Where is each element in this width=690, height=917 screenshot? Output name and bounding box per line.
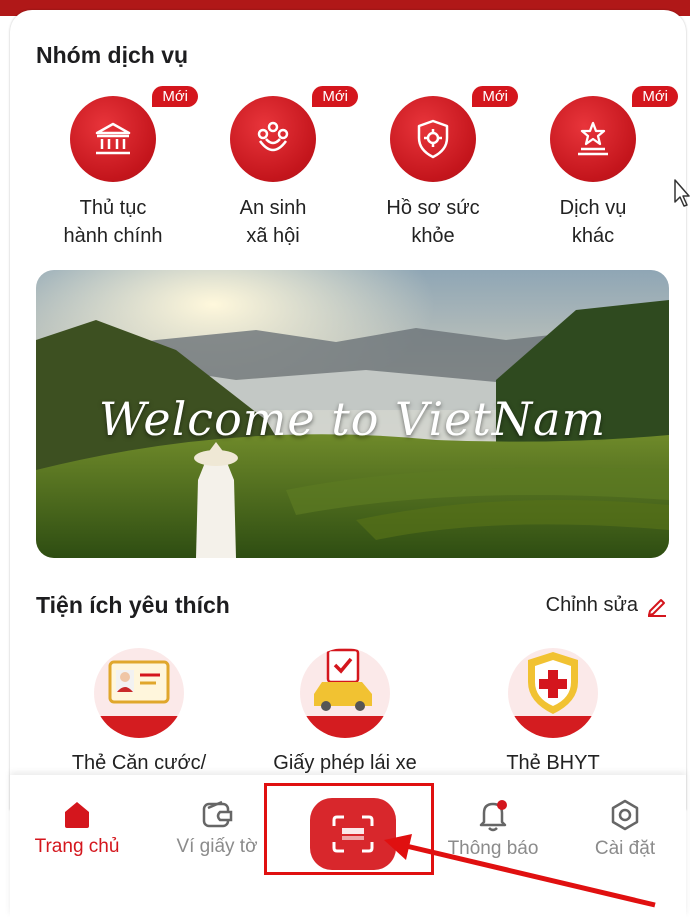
services-title: Nhóm dịch vụ <box>36 42 189 68</box>
service-label: Dịch vụ khác <box>559 197 627 247</box>
annotation-arrow <box>384 834 656 908</box>
service-label: Hồ sơ sức khỏe <box>386 197 480 247</box>
new-badge: Mới <box>632 86 678 107</box>
favorite-icon-circle <box>94 648 184 738</box>
edit-label: Chỉnh sửa <box>545 594 638 616</box>
driver-license-car-icon <box>314 648 372 711</box>
welcome-banner[interactable]: Welcome to VietNam <box>36 270 669 558</box>
government-building-icon <box>95 122 131 155</box>
social-welfare-icon <box>257 121 289 152</box>
favorite-driver-license[interactable]: Giấy phép lái xe <box>260 648 430 775</box>
service-icon-circle: Mới <box>70 86 198 182</box>
favorites-title: Tiện ích yêu thích <box>36 592 230 618</box>
nav-label: Trang chủ <box>34 836 120 857</box>
favorite-health-insurance[interactable]: Thẻ BHYT <box>468 648 638 775</box>
bell-icon <box>479 800 507 832</box>
service-icon-circle: Mới <box>230 86 358 182</box>
mouse-cursor-icon <box>674 179 690 207</box>
nav-home[interactable]: Trang chủ <box>12 798 142 858</box>
service-icon-circle: Mới <box>550 86 678 182</box>
favorite-icon-circle <box>508 648 598 738</box>
nav-label: Ví giấy tờ <box>176 836 258 857</box>
star-podium-icon <box>578 121 608 156</box>
service-health-records[interactable]: Mới Hồ sơ sức khỏe <box>348 86 518 250</box>
pencil-icon <box>648 598 666 617</box>
service-label: An sinh xã hội <box>239 197 307 247</box>
wallet-icon <box>202 800 233 828</box>
service-label: Thủ tục hành chính <box>63 197 163 247</box>
edit-favorites-button[interactable]: Chỉnh sửa <box>546 594 668 617</box>
favorite-label: Giấy phép lái xe <box>273 752 417 774</box>
service-administrative[interactable]: Mới Thủ tục hành chính <box>28 86 198 250</box>
health-insurance-shield-icon <box>528 652 578 714</box>
service-social-welfare[interactable]: Mới An sinh xã hội <box>188 86 358 250</box>
favorite-icon-circle <box>300 648 390 738</box>
health-shield-icon <box>417 119 449 159</box>
settings-icon <box>611 799 639 831</box>
favorite-label: Thẻ BHYT <box>506 752 600 774</box>
service-other[interactable]: Mới Dịch vụ khác <box>508 86 678 250</box>
banner-text: Welcome to VietNam <box>98 392 607 446</box>
id-card-icon <box>108 660 170 704</box>
favorite-label: Thẻ Căn cước/ <box>71 752 207 774</box>
home-icon <box>65 802 89 828</box>
nav-wallet[interactable]: Ví giấy tờ <box>152 798 282 858</box>
favorite-id-card[interactable]: Thẻ Căn cước/ <box>54 648 224 775</box>
service-icon-circle: Mới <box>390 86 518 182</box>
